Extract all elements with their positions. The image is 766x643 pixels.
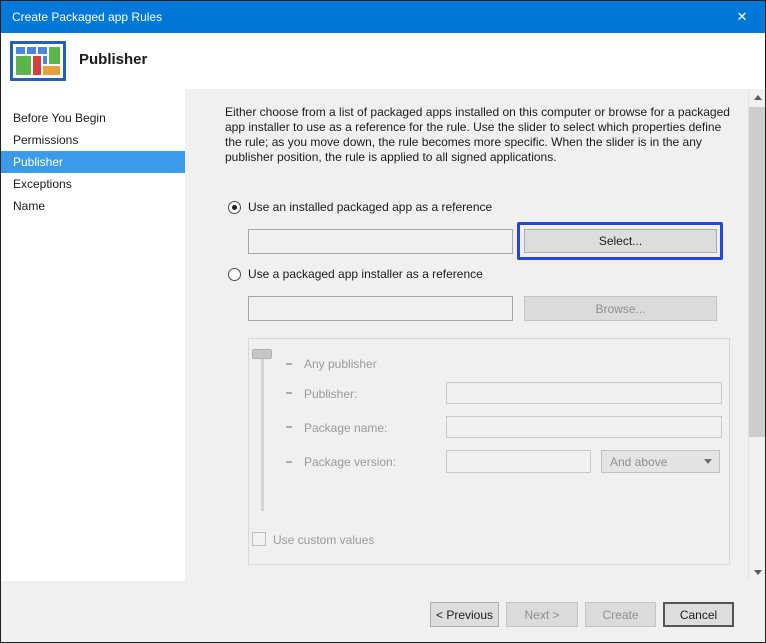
radio-use-installed-app[interactable]: Use an installed packaged app as a refer…	[228, 200, 492, 214]
slider-tick	[286, 461, 292, 463]
radio-use-installer[interactable]: Use a packaged app installer as a refere…	[228, 267, 483, 281]
radio-selected-icon	[228, 201, 241, 214]
sidebar-item-name[interactable]: Name	[1, 195, 185, 217]
scrollbar-thumb[interactable]	[749, 107, 766, 437]
slider-tick	[286, 426, 292, 428]
vertical-scrollbar[interactable]	[748, 89, 765, 581]
close-button[interactable]: ✕	[719, 1, 765, 33]
installed-app-field[interactable]	[248, 229, 513, 254]
installer-path-field	[248, 296, 513, 321]
publisher-label: Publisher:	[304, 387, 357, 401]
sidebar-item-permissions[interactable]: Permissions	[1, 129, 185, 151]
scrollbar-up-button[interactable]	[749, 89, 766, 106]
cancel-button[interactable]: Cancel	[663, 602, 734, 627]
scrollbar-down-button[interactable]	[749, 564, 766, 581]
close-icon: ✕	[737, 9, 748, 25]
select-button[interactable]: Select...	[524, 229, 717, 253]
triangle-up-icon	[754, 95, 762, 100]
chevron-down-icon	[704, 459, 712, 464]
header: Publisher	[1, 33, 765, 89]
description-text: Either choose from a list of packaged ap…	[225, 105, 733, 165]
package-version-field	[446, 450, 591, 473]
sidebar: Before You Begin Permissions Publisher E…	[1, 89, 185, 581]
create-packaged-app-rules-dialog: Create Packaged app Rules ✕ Publisher Be…	[0, 0, 766, 643]
slider-tick	[286, 363, 292, 365]
publisher-slider-thumb	[252, 349, 272, 359]
previous-button[interactable]: < Previous	[430, 602, 499, 627]
page-title: Publisher	[79, 51, 147, 68]
sidebar-item-before-you-begin[interactable]: Before You Begin	[1, 107, 185, 129]
any-publisher-label: Any publisher	[304, 357, 377, 371]
browse-button: Browse...	[524, 296, 717, 321]
title-bar: Create Packaged app Rules ✕	[1, 1, 765, 33]
publisher-slider-track	[261, 353, 264, 511]
package-name-field	[446, 416, 722, 438]
triangle-down-icon	[754, 570, 762, 575]
package-version-label: Package version:	[304, 455, 396, 469]
version-scope-value: And above	[610, 455, 667, 469]
radio-unselected-icon	[228, 268, 241, 281]
version-scope-dropdown: And above	[601, 450, 720, 473]
slider-tick	[286, 392, 292, 394]
radio-use-installer-label: Use a packaged app installer as a refere…	[248, 267, 483, 281]
next-button: Next >	[506, 602, 578, 627]
create-button: Create	[585, 602, 656, 627]
publisher-field	[446, 382, 722, 404]
use-custom-values-label: Use custom values	[273, 533, 374, 547]
sidebar-item-exceptions[interactable]: Exceptions	[1, 173, 185, 195]
sidebar-item-publisher[interactable]: Publisher	[1, 151, 185, 173]
radio-use-installed-app-label: Use an installed packaged app as a refer…	[248, 200, 492, 214]
packaged-app-icon	[10, 41, 66, 84]
use-custom-values-checkbox	[252, 532, 266, 546]
window-title: Create Packaged app Rules	[1, 10, 719, 24]
package-name-label: Package name:	[304, 421, 387, 435]
